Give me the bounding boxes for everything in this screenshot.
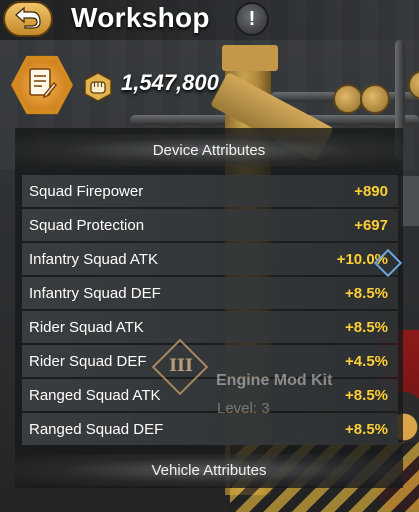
item-rank-label: III bbox=[169, 356, 193, 376]
attribute-value: +8.5% bbox=[345, 420, 388, 438]
item-name[interactable]: Engine Mod Kit bbox=[216, 372, 332, 390]
back-button[interactable] bbox=[3, 1, 53, 37]
attribute-row-rider-squad-def: Rider Squad DEF +4.5% bbox=[22, 345, 398, 377]
device-attributes-heading: Device Attributes bbox=[15, 134, 403, 166]
attribute-label: Rider Squad ATK bbox=[29, 318, 144, 336]
cylinder bbox=[333, 84, 363, 114]
attributes-panel: Device Attributes Squad Firepower +890 S… bbox=[15, 128, 403, 488]
workshop-badge[interactable] bbox=[11, 54, 73, 116]
attribute-label: Squad Firepower bbox=[29, 182, 144, 200]
attribute-value: +8.5% bbox=[345, 386, 388, 404]
page-title: Workshop bbox=[71, 2, 210, 33]
attribute-row-ranged-squad-def: Ranged Squad DEF +8.5% bbox=[22, 413, 398, 445]
back-arrow-icon bbox=[13, 5, 43, 34]
attribute-label: Infantry Squad DEF bbox=[29, 284, 161, 302]
attribute-row-ranged-squad-atk: Ranged Squad ATK +8.5% bbox=[22, 379, 398, 411]
attribute-value: +8.5% bbox=[345, 284, 388, 302]
attribute-value: +8.5% bbox=[345, 318, 388, 336]
attribute-row-infantry-squad-atk: Infantry Squad ATK +10.0% bbox=[22, 243, 398, 275]
resource-amount: 1,547,800 bbox=[121, 70, 219, 95]
item-level: Level: 3 bbox=[217, 400, 270, 417]
attribute-value: +697 bbox=[354, 216, 388, 234]
attribute-label: Ranged Squad ATK bbox=[29, 386, 161, 404]
attribute-label: Squad Protection bbox=[29, 216, 145, 234]
crane-head bbox=[222, 45, 278, 71]
attribute-row-rider-squad-atk: Rider Squad ATK +8.5% bbox=[22, 311, 398, 343]
info-button[interactable]: ! bbox=[235, 2, 269, 36]
cylinder bbox=[360, 84, 390, 114]
vehicle-attributes-heading[interactable]: Vehicle Attributes bbox=[15, 454, 403, 486]
attribute-label: Infantry Squad ATK bbox=[29, 250, 158, 268]
attribute-row-squad-protection: Squad Protection +697 bbox=[22, 209, 398, 241]
document-pencil-icon bbox=[27, 66, 57, 105]
device-attributes-list: Squad Firepower +890 Squad Protection +6… bbox=[22, 175, 398, 447]
attribute-value: +890 bbox=[354, 182, 388, 200]
attribute-row-infantry-squad-def: Infantry Squad DEF +8.5% bbox=[22, 277, 398, 309]
fist-icon bbox=[83, 72, 113, 102]
attribute-label: Ranged Squad DEF bbox=[29, 420, 164, 438]
attribute-value: +4.5% bbox=[345, 352, 388, 370]
attribute-row-squad-firepower: Squad Firepower +890 bbox=[22, 175, 398, 207]
attribute-label: Rider Squad DEF bbox=[29, 352, 147, 370]
